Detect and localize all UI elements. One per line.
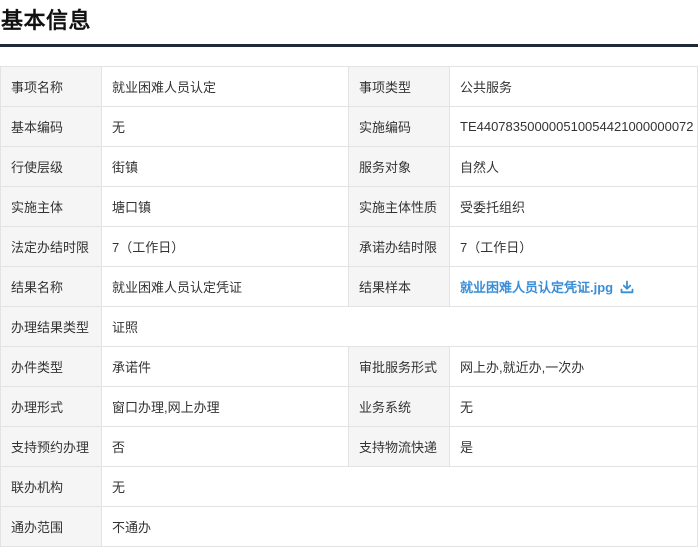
field-value: 是 [449,426,698,467]
field-value: 就业困难人员认定 [101,66,349,107]
field-label: 法定办结时限 [0,226,102,267]
field-label: 审批服务形式 [348,346,450,387]
table-row: 实施主体 塘口镇 实施主体性质 受委托组织 [0,186,698,227]
field-value: 窗口办理,网上办理 [101,386,349,427]
table-row: 支持预约办理 否 支持物流快递 是 [0,426,698,467]
field-label: 结果样本 [348,266,450,307]
table-row: 通办范围 不通办 [0,506,698,547]
field-value: TE440783500000510054421000000072 [449,106,698,147]
info-table: 事项名称 就业困难人员认定 事项类型 公共服务 基本编码 无 实施编码 TE44… [0,66,698,547]
field-value: 无 [101,106,349,147]
table-row: 办理结果类型 证照 [0,306,698,347]
field-value: 自然人 [449,146,698,187]
field-label: 通办范围 [0,506,102,547]
field-label: 事项名称 [0,66,102,107]
field-value: 无 [101,466,698,507]
field-label: 办理结果类型 [0,306,102,347]
field-label: 办理形式 [0,386,102,427]
field-label: 办件类型 [0,346,102,387]
table-row: 行使层级 街镇 服务对象 自然人 [0,146,698,187]
result-sample-link[interactable]: 就业困难人员认定凭证.jpg [460,277,634,296]
field-value: 7（工作日） [449,226,698,267]
field-label: 服务对象 [348,146,450,187]
field-value: 街镇 [101,146,349,187]
field-label: 支持预约办理 [0,426,102,467]
download-icon[interactable] [620,280,634,294]
table-row: 办理形式 窗口办理,网上办理 业务系统 无 [0,386,698,427]
table-row: 联办机构 无 [0,466,698,507]
table-row: 法定办结时限 7（工作日） 承诺办结时限 7（工作日） [0,226,698,267]
section-header: 基本信息 [0,0,698,47]
field-value: 公共服务 [449,66,698,107]
field-value: 承诺件 [101,346,349,387]
field-label: 承诺办结时限 [348,226,450,267]
field-value: 7（工作日） [101,226,349,267]
field-value: 否 [101,426,349,467]
field-label: 结果名称 [0,266,102,307]
field-value: 就业困难人员认定凭证 [101,266,349,307]
section-title: 基本信息 [1,8,92,33]
table-row: 基本编码 无 实施编码 TE44078350000051005442100000… [0,106,698,147]
field-label: 实施主体 [0,186,102,227]
field-label: 实施主体性质 [348,186,450,227]
result-sample-filename: 就业困难人员认定凭证.jpg [460,280,614,295]
field-value: 证照 [101,306,698,347]
table-row: 办件类型 承诺件 审批服务形式 网上办,就近办,一次办 [0,346,698,387]
result-sample-cell: 就业困难人员认定凭证.jpg [449,266,698,307]
field-label: 联办机构 [0,466,102,507]
field-value: 受委托组织 [449,186,698,227]
table-row: 事项名称 就业困难人员认定 事项类型 公共服务 [0,66,698,107]
field-label: 事项类型 [348,66,450,107]
field-label: 行使层级 [0,146,102,187]
field-value: 无 [449,386,698,427]
field-label: 实施编码 [348,106,450,147]
field-value: 塘口镇 [101,186,349,227]
field-value: 网上办,就近办,一次办 [449,346,698,387]
field-label: 支持物流快递 [348,426,450,467]
field-label: 业务系统 [348,386,450,427]
table-row: 结果名称 就业困难人员认定凭证 结果样本 就业困难人员认定凭证.jpg [0,266,698,307]
field-label: 基本编码 [0,106,102,147]
field-value: 不通办 [101,506,698,547]
